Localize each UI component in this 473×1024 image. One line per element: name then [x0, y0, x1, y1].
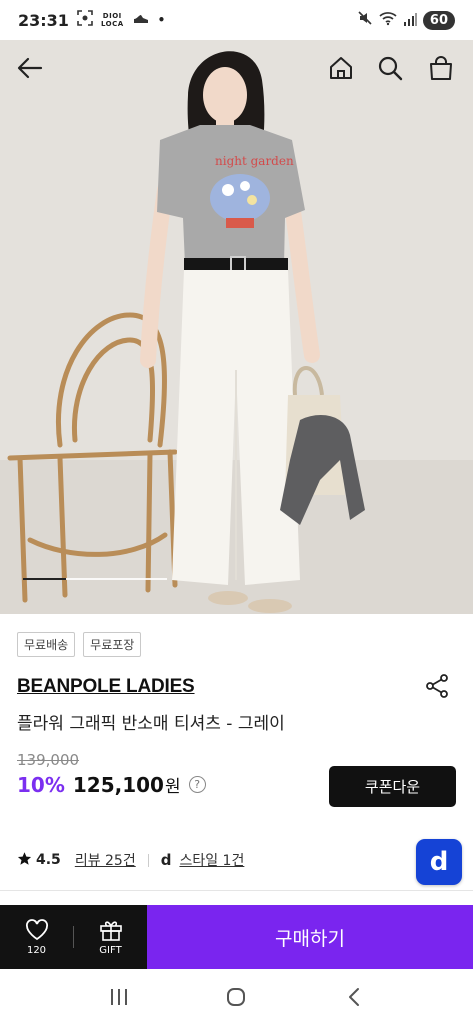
home-icon[interactable]: [325, 52, 357, 84]
rating-value: 4.5: [36, 852, 61, 868]
bottom-action-bar: 120 GIFT 구매하기: [0, 905, 473, 969]
like-count: 120: [26, 944, 47, 956]
style-count-link[interactable]: 스타일 1건: [179, 850, 244, 870]
free-wrapping-badge: 무료포장: [83, 632, 142, 657]
section-divider: [0, 890, 473, 891]
style-d-icon: d: [160, 851, 172, 869]
search-icon[interactable]: [374, 52, 406, 84]
wifi-icon: [379, 10, 397, 30]
discount-rate: 10%: [17, 772, 65, 797]
battery-indicator: 60: [422, 10, 455, 30]
shopping-bag-icon[interactable]: [425, 52, 457, 84]
gift-button[interactable]: GIFT: [74, 905, 147, 969]
like-button[interactable]: 120: [0, 905, 73, 969]
mute-icon: [357, 10, 373, 30]
status-bar: 23:31 DIOI LOCA • 60: [0, 0, 473, 40]
carousel-progress-fill: [23, 578, 67, 580]
dioi-bottom-text: LOCA: [100, 19, 124, 28]
action-icons-group: 120 GIFT: [0, 905, 147, 969]
d-floating-button[interactable]: d: [416, 839, 462, 885]
share-icon[interactable]: [424, 673, 450, 699]
product-badges: 무료배송 무료포장: [17, 632, 142, 657]
recent-apps-icon[interactable]: [99, 977, 139, 1017]
price-row: 10% 125,100 원 ?: [17, 772, 206, 797]
carousel-progress-bar: [23, 578, 167, 580]
price-help-icon[interactable]: ?: [188, 776, 206, 793]
buy-button[interactable]: 구매하기: [147, 905, 473, 969]
dioi-icon: DIOI LOCA: [100, 11, 124, 28]
svg-text:night garden: night garden: [215, 154, 294, 168]
product-photo: night garden: [0, 40, 473, 614]
gift-label: GIFT: [99, 944, 122, 956]
shoe-icon: [132, 11, 150, 30]
star-icon: [17, 851, 32, 870]
rating-separator: [147, 853, 149, 867]
currency-unit: 원: [164, 777, 181, 797]
brand-link[interactable]: BEANPOLE LADIES: [17, 676, 195, 698]
signal-icon: [403, 11, 417, 30]
original-price: 139,000: [17, 751, 80, 769]
back-nav-icon[interactable]: [334, 977, 374, 1017]
sale-price: 125,100: [72, 772, 164, 797]
gift-icon: [99, 920, 122, 941]
status-dot: •: [157, 13, 166, 27]
product-image-carousel[interactable]: night garden: [0, 40, 473, 614]
home-nav-icon[interactable]: [216, 977, 256, 1017]
image-top-nav: [0, 40, 473, 96]
rating-row: 4.5 리뷰 25건 d 스타일 1건: [17, 850, 244, 870]
free-shipping-badge: 무료배송: [17, 632, 76, 657]
screenshot-icon: [77, 10, 93, 30]
system-navigation-bar: [0, 969, 473, 1024]
status-time: 23:31: [18, 10, 69, 30]
product-name: 플라워 그래픽 반소매 티셔츠 - 그레이: [17, 714, 285, 734]
heart-icon: [25, 918, 48, 940]
back-arrow-icon[interactable]: [14, 52, 46, 84]
coupon-download-button[interactable]: 쿠폰다운: [329, 766, 456, 807]
review-count-link[interactable]: 리뷰 25건: [75, 850, 136, 870]
dioi-top-text: DIOI: [102, 11, 122, 20]
